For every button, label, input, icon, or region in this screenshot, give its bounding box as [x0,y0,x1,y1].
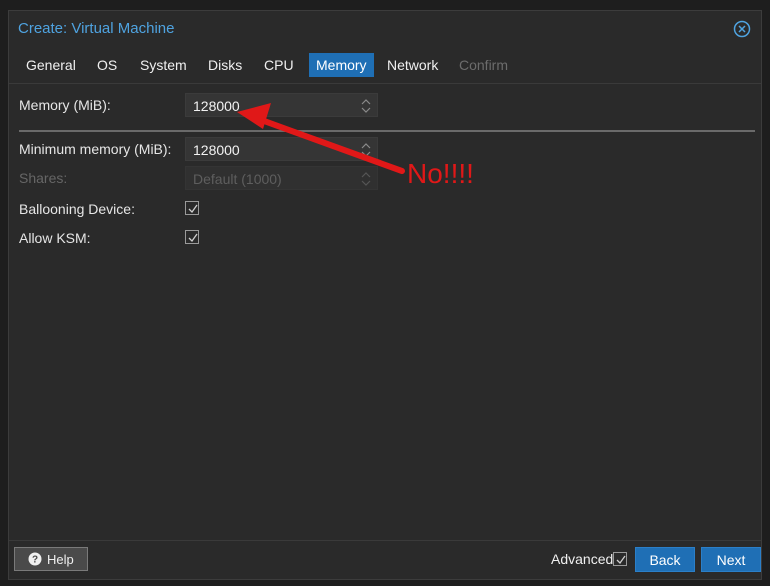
tab-disks[interactable]: Disks [201,53,249,77]
dialog-footer: ? Help Advanced Back Next [9,540,761,579]
min-memory-label: Minimum memory (MiB): [19,141,172,157]
memory-label: Memory (MiB): [19,97,111,113]
ksm-label: Allow KSM: [19,230,91,246]
svg-text:?: ? [32,555,38,566]
tab-network[interactable]: Network [380,53,445,77]
tab-os[interactable]: OS [90,53,124,77]
help-label: Help [47,552,74,567]
shares-label: Shares: [19,170,68,186]
min-memory-row: Minimum memory (MiB): 128000 [19,137,419,161]
ballooning-label: Ballooning Device: [19,201,135,217]
annotation-text: No!!!! [407,158,474,189]
advanced-checkbox[interactable] [613,552,627,566]
memory-row: Memory (MiB): 128000 [19,93,419,117]
tab-general[interactable]: General [19,53,83,77]
dialog-title: Create: Virtual Machine [18,20,175,37]
tab-confirm: Confirm [459,57,509,73]
memory-input[interactable]: 128000 [185,93,378,117]
shares-placeholder: Default (1000) [193,171,282,187]
question-circle-icon: ? [28,552,42,566]
tab-cpu[interactable]: CPU [257,53,301,77]
ballooning-checkbox[interactable] [185,201,199,215]
min-memory-input[interactable]: 128000 [185,137,378,161]
checkmark-icon [188,204,198,214]
spinner-arrows-icon[interactable] [361,98,371,114]
close-icon[interactable] [733,20,751,38]
min-memory-value: 128000 [193,142,240,158]
shares-input: Default (1000) [185,166,378,190]
checkmark-icon [616,555,626,565]
ballooning-row: Ballooning Device: [19,197,419,221]
ksm-row: Allow KSM: [19,226,419,250]
advanced-label: Advanced [551,551,614,567]
create-vm-dialog: Create: Virtual Machine General OS Syste… [8,10,762,580]
titlebar: Create: Virtual Machine [9,11,761,47]
ksm-checkbox[interactable] [185,230,199,244]
tab-system[interactable]: System [133,53,194,77]
shares-row: Shares: Default (1000) [19,166,419,190]
spinner-arrows-icon[interactable] [361,142,371,158]
help-button[interactable]: ? Help [14,547,88,571]
back-button[interactable]: Back [635,547,695,572]
spinner-arrows-icon [361,172,371,186]
wizard-tabs: General OS System Disks CPU Memory Netwo… [9,51,761,84]
section-divider [19,130,755,132]
memory-value: 128000 [193,98,240,114]
checkmark-icon [188,233,198,243]
tab-memory[interactable]: Memory [309,53,374,77]
next-button[interactable]: Next [701,547,761,572]
